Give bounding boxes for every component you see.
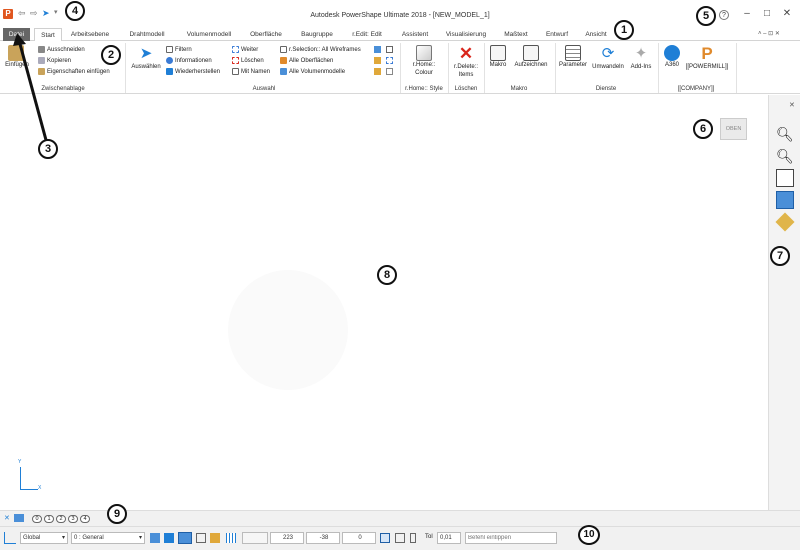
callout-arrow <box>13 33 48 141</box>
